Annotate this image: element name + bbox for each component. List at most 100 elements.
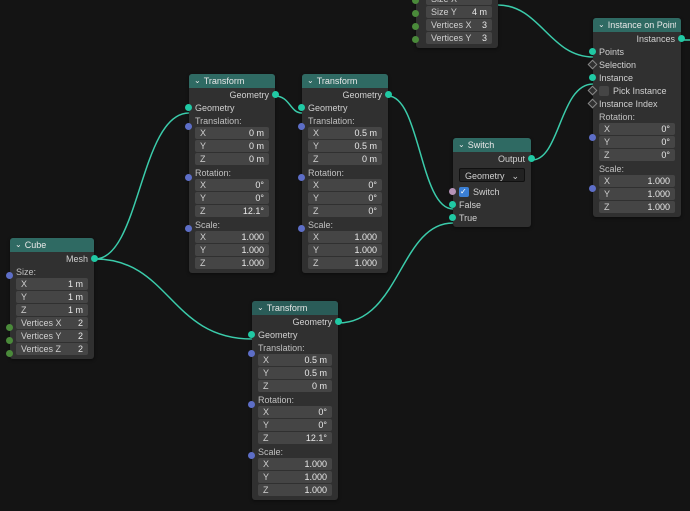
rot-label: Rotation: — [252, 393, 338, 405]
size-y-field[interactable]: Y1 m — [16, 291, 88, 303]
rz-field[interactable]: Z0° — [599, 149, 675, 161]
rot-label: Rotation: — [189, 166, 275, 178]
scale-label: Scale: — [593, 162, 681, 174]
trans-label: Translation: — [252, 341, 338, 353]
chevron-down-icon: ⌄ — [598, 21, 605, 29]
node-header[interactable]: ⌄ Switch — [453, 138, 531, 152]
scale-label: Scale: — [302, 218, 388, 230]
ry-field[interactable]: Y0° — [308, 192, 382, 204]
switch-node[interactable]: ⌄ Switch Output Geometry⌄ Switch False T… — [453, 138, 531, 227]
grid-size-x-field[interactable]: Size X — [426, 0, 492, 5]
transform-node-2[interactable]: ⌄ Transform Geometry Geometry Translatio… — [302, 74, 388, 273]
verts-x-field[interactable]: Vertices X2 — [16, 317, 88, 329]
rz-field[interactable]: Z0° — [308, 205, 382, 217]
rx-field[interactable]: X0° — [258, 406, 332, 418]
tx-field[interactable]: X0.5 m — [308, 127, 382, 139]
chevron-down-icon: ⌄ — [458, 141, 465, 149]
rz-field[interactable]: Z12.1° — [195, 205, 269, 217]
switch-true-row: True — [453, 211, 531, 224]
geometry-input-row: Geometry — [252, 328, 338, 341]
sz-field[interactable]: Z1.000 — [195, 257, 269, 269]
rx-field[interactable]: X0° — [195, 179, 269, 191]
rz-field[interactable]: Z12.1° — [258, 432, 332, 444]
sy-field[interactable]: Y1.000 — [195, 244, 269, 256]
node-header[interactable]: ⌄ Transform — [302, 74, 388, 88]
geometry-output-row: Geometry — [252, 315, 338, 328]
rx-field[interactable]: X0° — [308, 179, 382, 191]
sy-field[interactable]: Y1.000 — [258, 471, 332, 483]
node-header[interactable]: ⌄ Instance on Points — [593, 18, 681, 32]
node-title: Transform — [204, 76, 245, 86]
scale-label: Scale: — [189, 218, 275, 230]
geometry-input-row: Geometry — [302, 101, 388, 114]
grid-verts-x-field[interactable]: Vertices X3 — [426, 19, 492, 31]
sz-field[interactable]: Z1.000 — [258, 484, 332, 496]
instance-index-row: Instance Index — [593, 97, 681, 110]
instance-input-row: Instance — [593, 71, 681, 84]
size-z-field[interactable]: Z1 m — [16, 304, 88, 316]
sy-field[interactable]: Y1.000 — [308, 244, 382, 256]
switch-toggle-row[interactable]: Switch — [453, 185, 531, 198]
node-header[interactable]: ⌄ Cube — [10, 238, 94, 252]
ry-field[interactable]: Y0° — [195, 192, 269, 204]
sx-field[interactable]: X1.000 — [599, 175, 675, 187]
node-title: Transform — [267, 303, 308, 313]
tx-field[interactable]: X0.5 m — [258, 354, 332, 366]
rot-label: Rotation: — [593, 110, 681, 122]
chevron-down-icon: ⌄ — [511, 169, 519, 181]
ry-field[interactable]: Y0° — [599, 136, 675, 148]
switch-type-dropdown[interactable]: Geometry⌄ — [459, 168, 525, 182]
chevron-down-icon: ⌄ — [194, 77, 201, 85]
node-title: Switch — [468, 140, 495, 150]
sz-field[interactable]: Z1.000 — [599, 201, 675, 213]
selection-input-row: Selection — [593, 58, 681, 71]
sx-field[interactable]: X1.000 — [258, 458, 332, 470]
tx-field[interactable]: X0 m — [195, 127, 269, 139]
cube-node[interactable]: ⌄ Cube Mesh Size: X1 m Y1 m Z1 m Vertice… — [10, 238, 94, 359]
rx-field[interactable]: X0° — [599, 123, 675, 135]
pick-instance-row[interactable]: Pick Instance — [593, 84, 681, 97]
transform-node-3[interactable]: ⌄ Transform Geometry Geometry Translatio… — [252, 301, 338, 500]
sx-field[interactable]: X1.000 — [308, 231, 382, 243]
sz-field[interactable]: Z1.000 — [308, 257, 382, 269]
chevron-down-icon: ⌄ — [15, 241, 22, 249]
instance-on-points-node[interactable]: ⌄ Instance on Points Instances Points Se… — [593, 18, 681, 217]
switch-false-row: False — [453, 198, 531, 211]
ry-field[interactable]: Y0° — [258, 419, 332, 431]
switch-output-row: Output — [453, 152, 531, 165]
geometry-input-row: Geometry — [189, 101, 275, 114]
ty-field[interactable]: Y0 m — [195, 140, 269, 152]
node-header[interactable]: ⌄ Transform — [189, 74, 275, 88]
pick-instance-checkbox[interactable] — [599, 86, 609, 96]
geometry-output-row: Geometry — [302, 88, 388, 101]
size-label: Size: — [10, 265, 94, 277]
grid-verts-y-field[interactable]: Vertices Y3 — [426, 32, 492, 44]
trans-label: Translation: — [302, 114, 388, 126]
node-title: Instance on Points — [608, 20, 676, 30]
grid-node[interactable]: Size X Size Y4 m Vertices X3 Vertices Y3 — [416, 0, 498, 48]
sy-field[interactable]: Y1.000 — [599, 188, 675, 200]
size-x-field[interactable]: X1 m — [16, 278, 88, 290]
node-header[interactable]: ⌄ Transform — [252, 301, 338, 315]
instances-output-row: Instances — [593, 32, 681, 45]
switch-checkbox[interactable] — [459, 187, 469, 197]
ty-field[interactable]: Y0.5 m — [308, 140, 382, 152]
mesh-output-row: Mesh — [10, 252, 94, 265]
sx-field[interactable]: X1.000 — [195, 231, 269, 243]
points-input-row: Points — [593, 45, 681, 58]
node-title: Cube — [25, 240, 47, 250]
tz-field[interactable]: Z0 m — [258, 380, 332, 392]
tz-field[interactable]: Z0 m — [195, 153, 269, 165]
geometry-output-row: Geometry — [189, 88, 275, 101]
trans-label: Translation: — [189, 114, 275, 126]
transform-node-1[interactable]: ⌄ Transform Geometry Geometry Translatio… — [189, 74, 275, 273]
grid-size-y-field[interactable]: Size Y4 m — [426, 6, 492, 18]
tz-field[interactable]: Z0 m — [308, 153, 382, 165]
node-title: Transform — [317, 76, 358, 86]
verts-y-field[interactable]: Vertices Y2 — [16, 330, 88, 342]
scale-label: Scale: — [252, 445, 338, 457]
ty-field[interactable]: Y0.5 m — [258, 367, 332, 379]
rot-label: Rotation: — [302, 166, 388, 178]
chevron-down-icon: ⌄ — [257, 304, 264, 312]
verts-z-field[interactable]: Vertices Z2 — [16, 343, 88, 355]
